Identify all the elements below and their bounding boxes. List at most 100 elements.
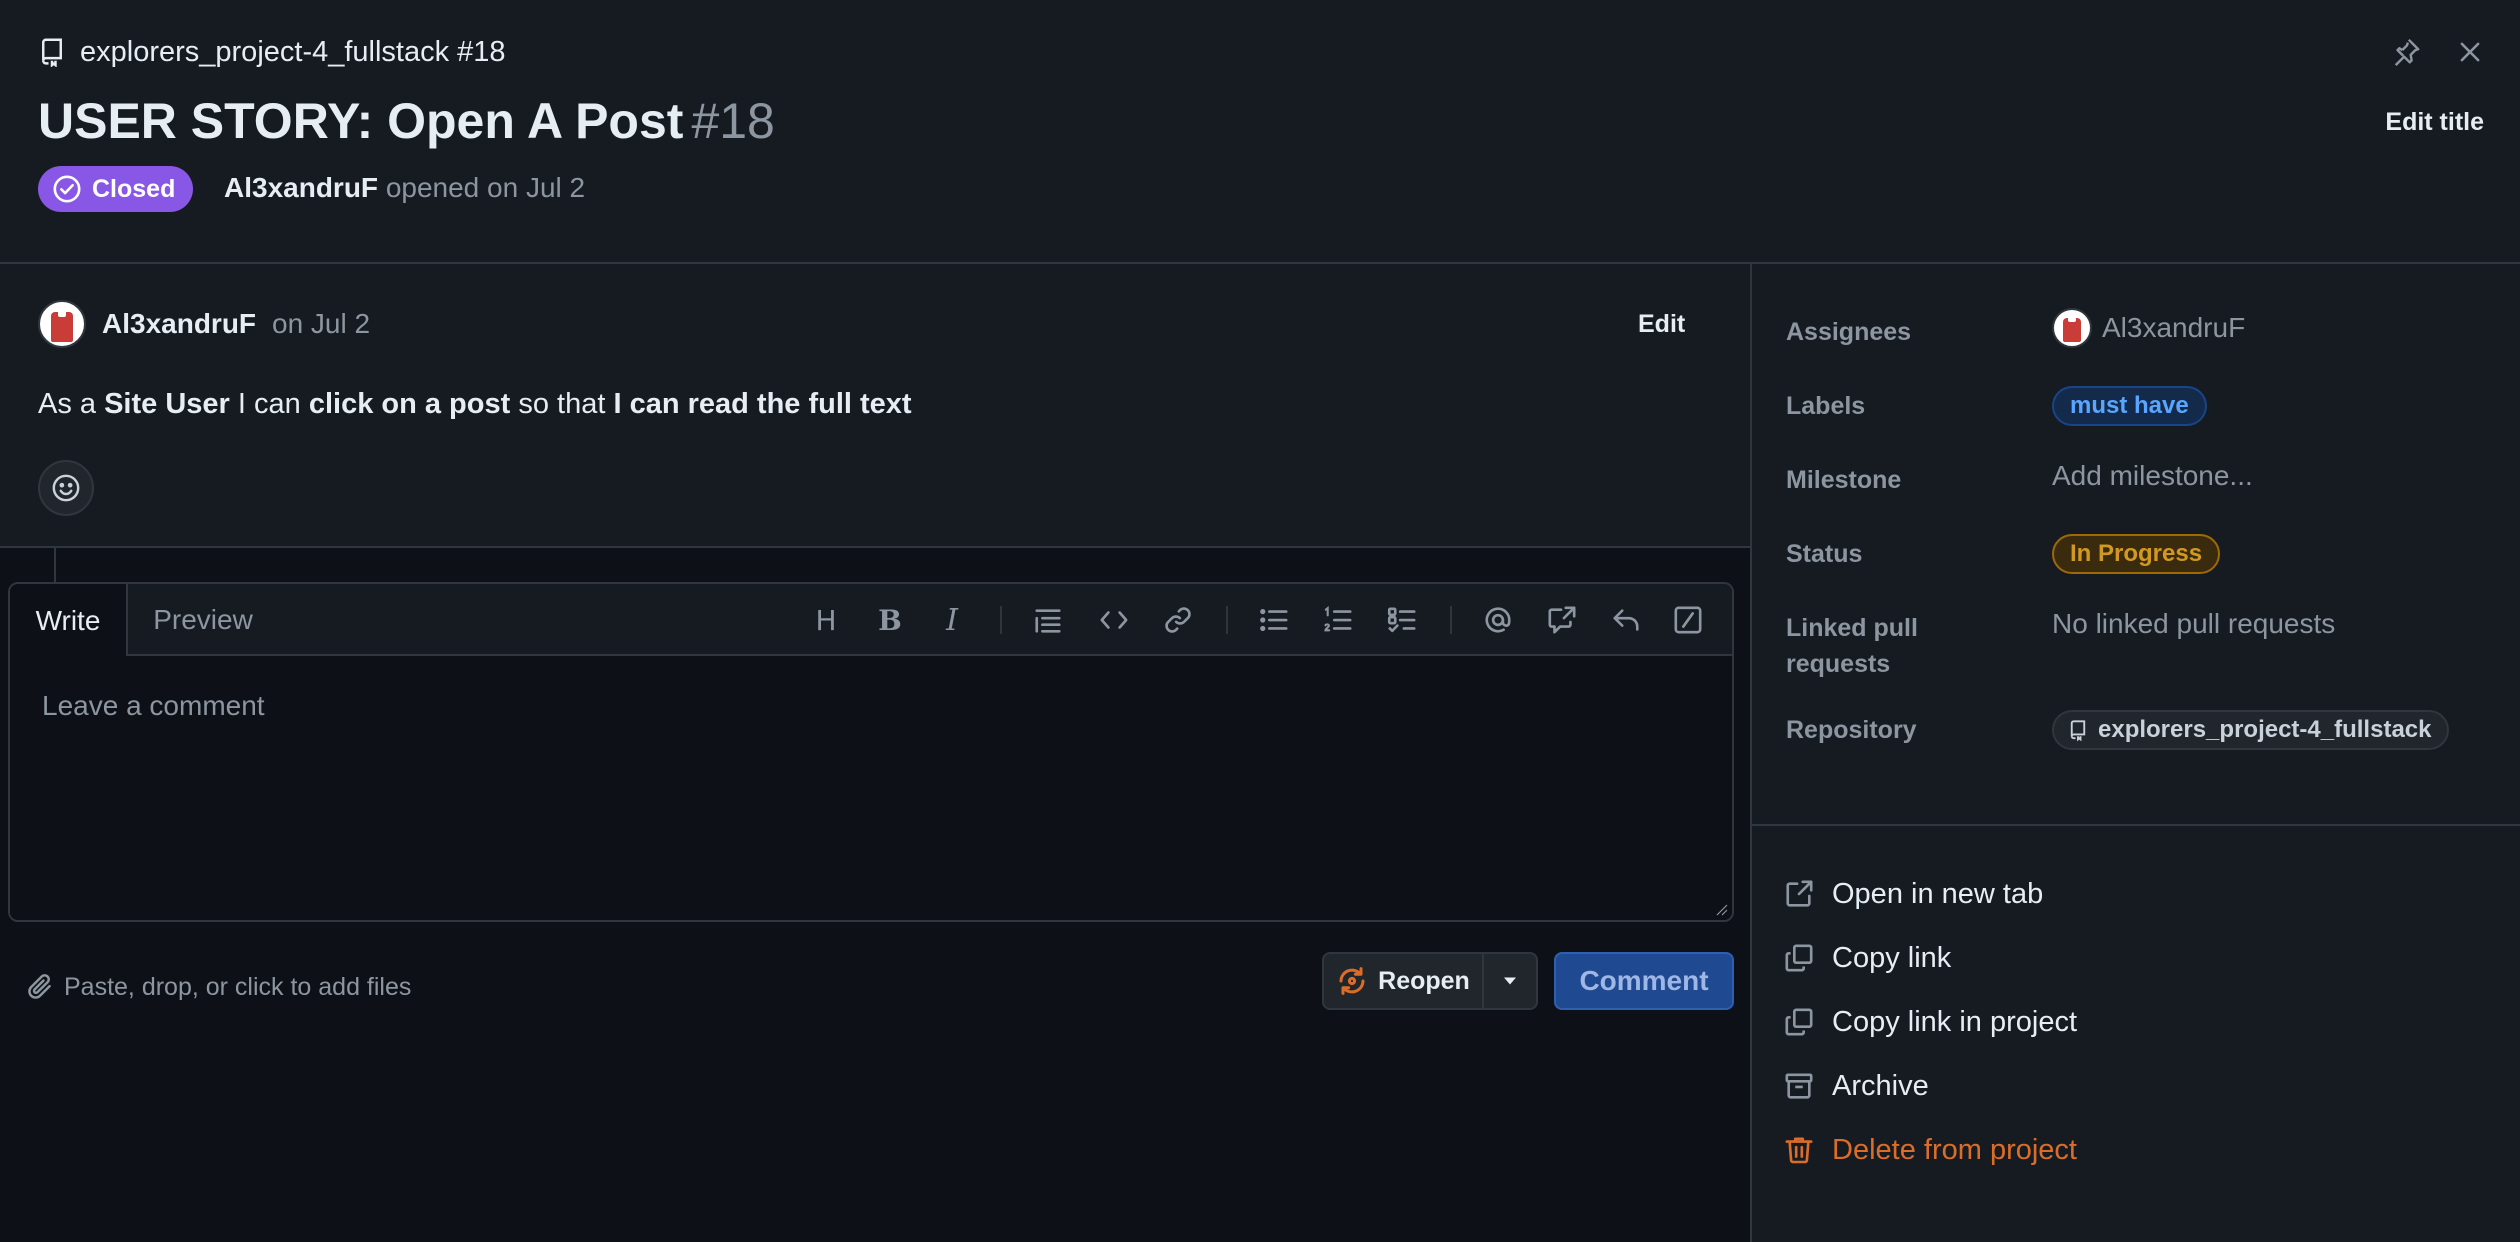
tab-write[interactable]: Write: [10, 584, 128, 658]
resize-handle-icon[interactable]: [1714, 902, 1728, 916]
tab-preview[interactable]: Preview: [128, 584, 278, 656]
link-button[interactable]: [1158, 600, 1198, 640]
issue-sidebar: Assignees Al3xandruF Labels must have Mi…: [1750, 264, 2520, 1242]
copy-icon: [1784, 943, 1814, 973]
reply-icon: [1611, 605, 1641, 635]
sidebar-divider: [1752, 824, 2520, 826]
breadcrumb[interactable]: explorers_project-4_fullstack #18: [38, 32, 506, 72]
edit-comment-button[interactable]: Edit: [1638, 310, 1685, 339]
body-bold-text: click on a post: [308, 388, 511, 420]
issue-title: USER STORY: Open A Post: [38, 93, 684, 149]
italic-icon: I: [946, 602, 958, 638]
external-link-icon: [1784, 879, 1814, 909]
quote-button[interactable]: [1028, 600, 1068, 640]
check-circle-icon: [52, 174, 82, 204]
triangle-down-icon: [1502, 976, 1518, 986]
bold-button[interactable]: B: [870, 600, 910, 640]
opened-text: opened on Jul 2: [385, 172, 586, 203]
issue-number: #18: [691, 93, 775, 149]
repository-label: Repository: [1786, 716, 1917, 744]
reopen-label: Reopen: [1378, 966, 1470, 995]
repo-icon: [38, 37, 66, 67]
cross-reference-button[interactable]: [1542, 600, 1582, 640]
opened-meta: Al3xandruF opened on Jul 2: [224, 172, 585, 204]
slash-commands-button[interactable]: [1668, 600, 1708, 640]
status-badge-label: Closed: [92, 174, 176, 203]
attach-files[interactable]: Paste, drop, or click to add files: [26, 969, 411, 1005]
edit-title-button[interactable]: Edit title: [2385, 108, 2484, 137]
comment-body: As a Site User I can click on a post so …: [38, 388, 912, 421]
avatar: [2052, 308, 2092, 348]
task-list-button[interactable]: [1382, 600, 1422, 640]
editor-toolbar: Write Preview H B I: [10, 584, 1732, 658]
toolbar-divider: [1000, 606, 1002, 634]
comment-date[interactable]: on Jul 2: [272, 308, 370, 340]
code-button[interactable]: [1094, 600, 1134, 640]
reopen-icon: [1336, 965, 1368, 997]
pin-button[interactable]: [2386, 32, 2426, 72]
linked-pull-requests-label: Linked pull requests: [1786, 614, 1918, 678]
slash-command-icon: [1673, 605, 1703, 635]
status-label: Status: [1786, 540, 1863, 568]
body-text: As a: [38, 388, 105, 420]
saved-replies-button[interactable]: [1606, 600, 1646, 640]
repository-value[interactable]: explorers_project-4_fullstack: [2052, 710, 2450, 750]
close-icon: [2457, 39, 2483, 65]
comment-author[interactable]: Al3xandruF: [102, 308, 256, 340]
copy-link-in-project-action[interactable]: Copy link in project: [1784, 1000, 2077, 1044]
issue-header: explorers_project-4_fullstack #18 USER S…: [0, 0, 2520, 264]
comment-textarea[interactable]: [10, 656, 1732, 920]
close-button[interactable]: [2450, 32, 2490, 72]
pin-icon: [2391, 37, 2421, 67]
linked-pull-requests-value[interactable]: No linked pull requests: [2052, 608, 2335, 640]
comment-button[interactable]: Comment: [1554, 952, 1734, 1010]
add-reaction-button[interactable]: [38, 460, 94, 516]
open-in-new-tab-action[interactable]: Open in new tab: [1784, 872, 2043, 916]
italic-button[interactable]: I: [932, 600, 972, 640]
cross-reference-icon: [1547, 605, 1577, 635]
mention-button[interactable]: [1478, 600, 1518, 640]
delete-from-project-action[interactable]: Delete from project: [1784, 1128, 2077, 1172]
action-label: Copy link: [1832, 941, 1952, 974]
avatar[interactable]: [38, 300, 86, 348]
body-bold-text: I can read the full text: [613, 388, 912, 420]
main-column: Al3xandruF on Jul 2 Edit As a Site User …: [0, 264, 1750, 1242]
comment-editor: Write Preview H B I: [8, 582, 1734, 922]
copy-icon: [1784, 1007, 1814, 1037]
add-milestone-link[interactable]: Add milestone...: [2052, 460, 2253, 492]
action-label: Delete from project: [1832, 1133, 2077, 1166]
code-icon: [1098, 605, 1130, 635]
labels-value[interactable]: must have: [2052, 386, 2207, 426]
bullet-list-button[interactable]: [1254, 600, 1294, 640]
status-pill[interactable]: In Progress: [2052, 534, 2221, 574]
heading-button[interactable]: H: [806, 600, 846, 640]
label-pill[interactable]: must have: [2052, 386, 2207, 426]
toolbar-divider: [1450, 606, 1452, 634]
author-link[interactable]: Al3xandruF: [224, 172, 378, 203]
breadcrumb-text: explorers_project-4_fullstack #18: [80, 35, 506, 68]
milestone-label: Milestone: [1786, 466, 1902, 494]
paperclip-icon: [26, 972, 54, 1002]
body-text: so that: [510, 388, 614, 420]
archive-icon: [1784, 1071, 1814, 1101]
issue-body-comment: Al3xandruF on Jul 2 Edit As a Site User …: [0, 264, 1750, 548]
numbered-list-icon: [1323, 605, 1353, 635]
assignee-name: Al3xandruF: [2102, 312, 2246, 343]
smiley-icon: [51, 473, 81, 503]
archive-action[interactable]: Archive: [1784, 1064, 1929, 1108]
page-title: USER STORY: Open A Post #18: [38, 92, 775, 150]
quote-icon: [1033, 605, 1063, 635]
reopen-button-group: Reopen: [1322, 952, 1538, 1010]
labels-label: Labels: [1786, 392, 1866, 420]
toolbar-divider: [1226, 606, 1228, 634]
action-label: Archive: [1832, 1069, 1929, 1102]
status-value[interactable]: In Progress: [2052, 534, 2221, 574]
reopen-options-button[interactable]: [1484, 954, 1536, 1008]
task-list-icon: [1387, 605, 1417, 635]
repository-pill[interactable]: explorers_project-4_fullstack: [2052, 710, 2450, 750]
assignee-item[interactable]: Al3xandruF: [2052, 308, 2245, 348]
bold-icon: B: [878, 603, 902, 637]
numbered-list-button[interactable]: [1318, 600, 1358, 640]
copy-link-action[interactable]: Copy link: [1784, 936, 1951, 980]
reopen-button[interactable]: Reopen: [1324, 954, 1484, 1008]
